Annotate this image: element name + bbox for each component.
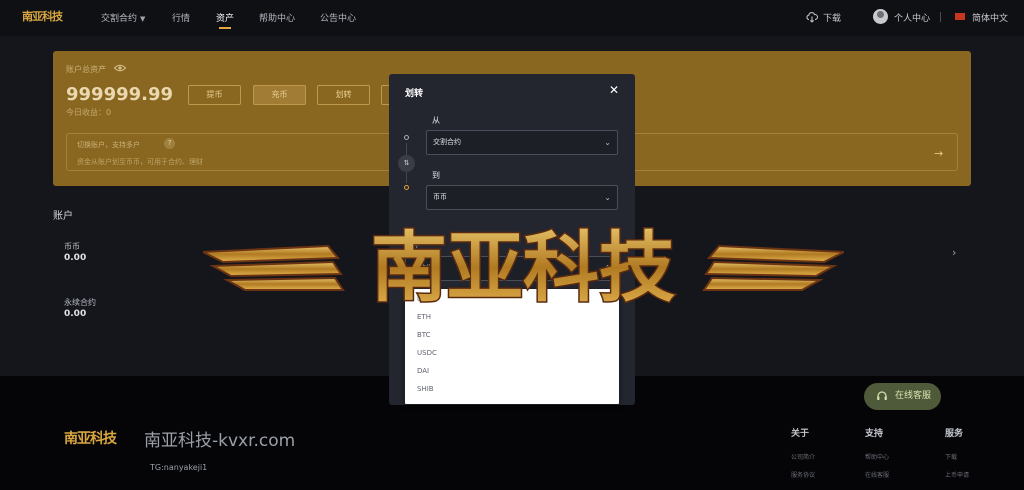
chevron-up-icon: ⌃ — [604, 264, 611, 273]
modal-title: 划转 — [405, 89, 424, 99]
coin-option-dai[interactable]: DAI — [417, 367, 429, 375]
coin-dropdown: USDT ETH BTC USDC DAI SHIB — [405, 289, 619, 404]
to-label: 到 — [432, 171, 440, 180]
coin-option-usdc[interactable]: USDC — [417, 349, 437, 357]
coin-option-eth[interactable]: ETH — [417, 313, 431, 321]
to-select[interactable]: 币币 ⌄ — [426, 185, 618, 210]
from-label: 从 — [432, 116, 440, 125]
coin-option-usdt[interactable]: USDT — [417, 295, 436, 303]
chevron-down-icon: ⌄ — [604, 193, 611, 202]
to-dot — [404, 185, 409, 190]
coin-select[interactable]: 请选择 ⌃ — [405, 256, 618, 281]
from-select[interactable]: 交割合约 ⌄ — [426, 130, 618, 155]
coin-label: 币种 — [405, 241, 419, 249]
from-value: 交割合约 — [433, 138, 461, 146]
swap-icon[interactable]: ⇅ — [398, 155, 415, 172]
chevron-down-icon: ⌄ — [604, 138, 611, 147]
coin-placeholder: 请选择 — [412, 264, 433, 272]
to-value: 币币 — [433, 193, 447, 201]
close-icon[interactable]: ✕ — [609, 83, 619, 97]
from-dot — [404, 135, 409, 140]
coin-option-btc[interactable]: BTC — [417, 331, 431, 339]
coin-option-shib[interactable]: SHIB — [417, 385, 434, 393]
